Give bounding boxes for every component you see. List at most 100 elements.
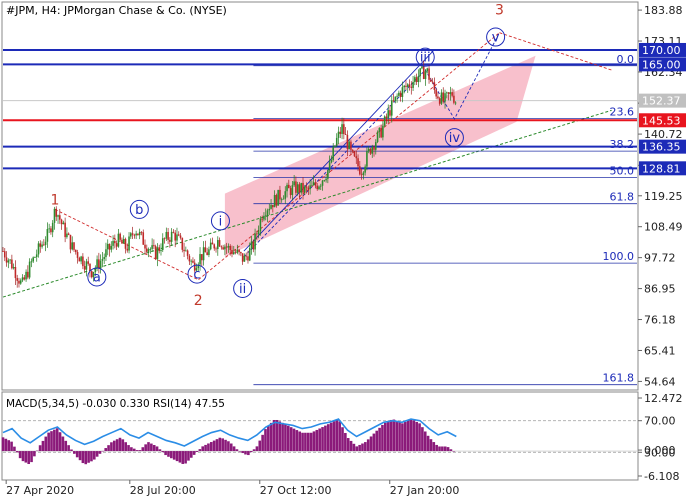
macd-bar-120	[344, 432, 347, 452]
indicator-tick-label-0: 12.472	[644, 392, 683, 405]
price-tick-label-6: 119.25	[644, 190, 683, 203]
candle-body-31	[57, 215, 59, 217]
candle-body-2	[5, 257, 8, 263]
macd-bar-157	[449, 449, 453, 452]
candle-body-224	[399, 92, 402, 97]
candle-body-118	[211, 242, 214, 245]
fib-level-label-1: 23.6	[610, 105, 635, 118]
candle-body-32	[59, 215, 61, 220]
candle-body-137	[245, 255, 248, 257]
macd-bar-80	[229, 443, 233, 452]
fib-level-label-5: 100.0	[603, 250, 635, 263]
candle-body-111	[199, 254, 201, 265]
candle-body-123	[220, 246, 223, 248]
candle-body-61	[110, 245, 113, 250]
candle-body-92	[165, 231, 168, 239]
candle-body-189	[337, 131, 340, 138]
candle-body-250	[446, 92, 448, 94]
candle-body-91	[163, 238, 166, 240]
time-axis: 27 Apr 2020 28 Jul 20:00 27 Oct 12:00 27 Ja…	[5, 480, 460, 497]
candle-body-88	[158, 247, 161, 252]
wave-label-3: a	[93, 270, 101, 285]
macd-bar-87	[249, 451, 253, 453]
price-levels	[3, 48, 637, 170]
candle-body-215	[383, 116, 386, 126]
macd-bar-29	[84, 451, 88, 465]
macd-bar-39	[112, 440, 116, 452]
chart-root: 0.0 23.6 38.2 50.0 61.8 100.0 161.8 1 2 3 a b c i ii i…	[0, 0, 700, 500]
price-tick-label-10: 76.18	[644, 314, 676, 327]
candle-body-249	[444, 93, 446, 102]
candle-body-229	[408, 84, 411, 87]
candle-body-163	[291, 185, 294, 196]
macd-bar-34	[98, 451, 102, 454]
macd-bar-125	[358, 444, 361, 452]
candle-body-182	[325, 178, 327, 181]
macd-bar-66	[189, 451, 193, 458]
macd-bar-132	[378, 427, 381, 452]
candle-body-112	[201, 254, 203, 261]
candle-body-169	[302, 182, 304, 193]
macd-bar-67	[192, 451, 196, 455]
candle-body-199	[355, 156, 358, 159]
macd-bar-150	[429, 439, 433, 452]
candle-body-181	[323, 180, 326, 182]
time-tick-label-3: 27 Jan 20:00	[390, 484, 460, 497]
indicator-title: MACD(5,34,5) -0.030 0.330 RSI(14) 47.55	[6, 398, 225, 410]
candle-body-74	[133, 234, 136, 236]
macd-bar-97	[278, 421, 282, 452]
candle-body-246	[438, 98, 441, 104]
candle-body-212	[378, 127, 381, 132]
macd-bar-99	[284, 424, 287, 452]
candle-body-230	[410, 86, 413, 88]
macd-bar-93	[267, 425, 270, 452]
candle-body-40	[73, 242, 75, 250]
candle-body-156	[279, 189, 281, 200]
macd-bar-20	[58, 432, 62, 452]
macd-bar-6	[18, 451, 22, 459]
candle-body-132	[236, 249, 239, 253]
macd-bar-153	[438, 446, 441, 452]
macd-bar-45	[130, 447, 133, 452]
fib-level-label-3: 50.0	[610, 165, 635, 178]
candle-body-44	[80, 256, 82, 262]
candle-body-211	[376, 131, 379, 143]
macd-bar-143	[409, 419, 413, 452]
price-tick-label-7: 108.49	[644, 221, 683, 234]
macd-bar-65	[187, 451, 190, 461]
macd-bar-114	[326, 424, 330, 452]
candle-body-56	[101, 258, 104, 261]
macd-bar-32	[92, 451, 96, 460]
macd-bar-60	[172, 451, 176, 460]
candle-body-54	[98, 259, 100, 269]
macd-bar-89	[255, 446, 259, 452]
candle-body-68	[122, 238, 125, 244]
macd-bar-2	[7, 440, 11, 452]
candle-body-60	[108, 243, 111, 250]
candle-body-14	[27, 271, 29, 278]
chart-svg: 0.023.638.250.061.8100.0161.8 123abciiii…	[1, 0, 700, 500]
candle-body-236	[421, 66, 423, 69]
candle-body-36	[66, 233, 68, 238]
candle-body-95	[170, 231, 173, 242]
candle-body-57	[103, 257, 105, 259]
price-tick-label-12: 54.64	[644, 375, 676, 388]
candle-body-120	[215, 248, 217, 250]
candle-body-3	[7, 260, 10, 263]
candle-body-133	[238, 249, 240, 253]
time-tick-label-1: 28 Jul 20:00	[130, 484, 196, 497]
fib-level-label-4: 61.8	[610, 191, 635, 204]
macd-bar-82	[235, 449, 239, 452]
candle-body-180	[321, 180, 324, 186]
candle-body-222	[396, 95, 398, 97]
candle-body-117	[209, 242, 212, 250]
wave-label-10: v	[492, 31, 500, 46]
candle-body-172	[307, 187, 310, 190]
candle-body-204	[364, 166, 366, 173]
macd-bar-148	[423, 431, 427, 452]
candle-body-97	[174, 232, 176, 241]
macd-bar-77	[221, 438, 224, 452]
macd-bar-94	[269, 422, 273, 452]
candle-body-242	[431, 81, 434, 83]
macd-bar-16	[47, 432, 50, 452]
